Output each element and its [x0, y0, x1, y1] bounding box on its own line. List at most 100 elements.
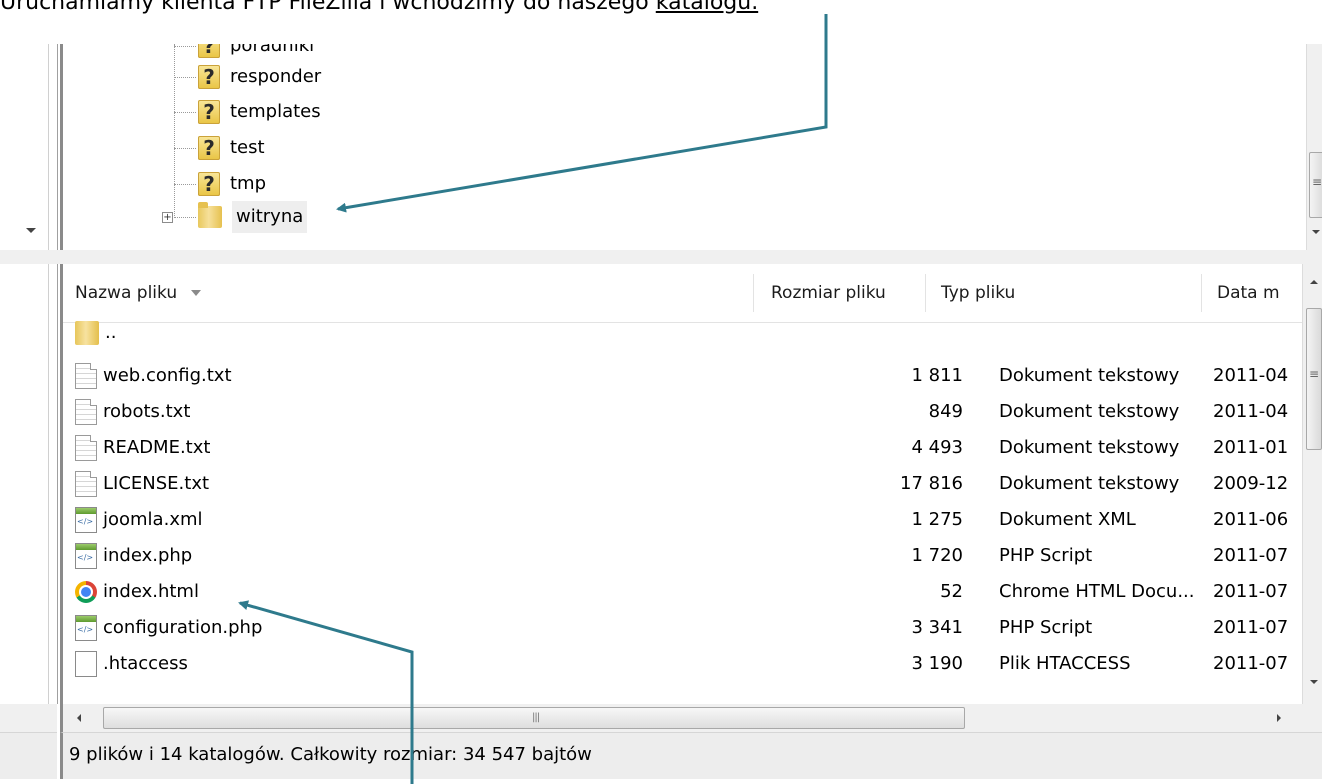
caption-link[interactable]: katalogu.	[656, 0, 758, 15]
tree-item[interactable]: ? test	[174, 132, 265, 164]
file-date: 2011-07	[1213, 653, 1289, 674]
scrollbar-thumb[interactable]	[1309, 152, 1322, 218]
column-header-label: Data m	[1217, 283, 1280, 303]
status-text: 9 plików i 14 katalogów. Całkowity rozmi…	[69, 744, 592, 765]
tree-item-label: witryna	[232, 201, 308, 233]
file-row[interactable]: joomla.xml 1 275 Dokument XML 2011-06	[63, 503, 1303, 537]
instruction-caption: Uruchamiamy klienta FTP FileZilla i wcho…	[0, 0, 758, 19]
code-file-icon	[75, 507, 97, 533]
file-type: Chrome HTML Docu...	[999, 581, 1195, 602]
tree-vertical-scrollbar[interactable]	[1306, 44, 1322, 250]
file-row[interactable]: robots.txt 849 Dokument tekstowy 2011-04	[63, 395, 1303, 429]
file-name: .htaccess	[103, 653, 188, 674]
file-name: web.config.txt	[103, 365, 232, 386]
file-date: 2011-06	[1213, 509, 1289, 530]
scroll-down-arrow-icon[interactable]	[1312, 230, 1320, 234]
folder-icon	[75, 321, 99, 345]
file-name: robots.txt	[103, 401, 191, 422]
file-type: Dokument tekstowy	[999, 365, 1180, 386]
file-size: 849	[928, 401, 963, 422]
column-header-date[interactable]: Data m	[1217, 276, 1280, 310]
file-row[interactable]: .htaccess 3 190 Plik HTACCESS 2011-07	[63, 647, 1303, 681]
blank-file-icon	[75, 651, 97, 677]
file-name: configuration.php	[103, 617, 263, 638]
file-name: README.txt	[103, 437, 211, 458]
file-list-vertical-scrollbar[interactable]	[1302, 264, 1322, 704]
tree-item-label: poradniki	[230, 44, 315, 56]
file-list-header: Nazwa pliku Rozmiar pliku Typ pliku Data…	[63, 264, 1303, 323]
file-type: Plik HTACCESS	[999, 653, 1131, 674]
text-file-icon	[75, 363, 97, 389]
tree-item[interactable]: ? responder	[174, 61, 321, 93]
code-file-icon	[75, 615, 97, 641]
folder-icon	[198, 202, 222, 228]
tree-item-witryna[interactable]: + witryna	[162, 201, 308, 233]
file-size: 17 816	[900, 473, 963, 494]
column-header-size[interactable]: Rozmiar pliku	[771, 276, 886, 310]
question-folder-icon: ?	[198, 65, 220, 89]
sort-arrow-icon	[191, 290, 202, 296]
file-size: 1 275	[911, 509, 963, 530]
column-header-label: Rozmiar pliku	[771, 283, 886, 303]
file-date: 2011-07	[1213, 581, 1289, 602]
file-row[interactable]: README.txt 4 493 Dokument tekstowy 2011-…	[63, 431, 1303, 465]
remote-file-list[interactable]: Nazwa pliku Rozmiar pliku Typ pliku Data…	[60, 264, 1322, 704]
tree-item-label: responder	[230, 66, 322, 87]
file-list-horizontal-scrollbar[interactable]	[60, 704, 1322, 732]
tree-item-label: test	[230, 137, 265, 158]
scroll-up-arrow-icon[interactable]	[1310, 280, 1318, 284]
scroll-right-arrow-icon[interactable]	[1277, 714, 1281, 722]
file-row[interactable]: index.php 1 720 PHP Script 2011-07	[63, 539, 1303, 573]
chrome-icon	[75, 581, 97, 603]
code-file-icon	[75, 543, 97, 569]
question-folder-icon: ?	[198, 172, 220, 196]
file-date: 2011-01	[1213, 437, 1289, 458]
scroll-down-arrow-icon[interactable]	[1310, 680, 1318, 684]
file-name: joomla.xml	[103, 509, 203, 530]
file-size: 1 811	[911, 365, 963, 386]
question-folder-icon: ?	[198, 100, 220, 124]
scroll-down-arrow-icon[interactable]	[26, 228, 36, 233]
file-row[interactable]: LICENSE.txt 17 816 Dokument tekstowy 200…	[63, 467, 1303, 501]
file-size: 1 720	[911, 545, 963, 566]
text-file-icon	[75, 399, 97, 425]
file-size: 3 190	[911, 653, 963, 674]
file-row-index-html[interactable]: index.html 52 Chrome HTML Docu... 2011-0…	[63, 575, 1303, 609]
column-header-type[interactable]: Typ pliku	[941, 276, 1015, 310]
file-date: 2011-07	[1213, 545, 1289, 566]
tree-item[interactable]: ? poradniki	[174, 44, 314, 62]
scrollbar-thumb[interactable]	[1306, 308, 1322, 450]
tree-item-label: templates	[230, 101, 321, 122]
file-type: Dokument XML	[999, 509, 1136, 530]
text-file-icon	[75, 471, 97, 497]
remote-directory-tree[interactable]: ? poradniki ? responder ? templates ? te…	[60, 44, 1322, 250]
file-date: 2011-07	[1213, 617, 1289, 638]
scrollbar-thumb[interactable]	[103, 707, 965, 729]
text-file-icon	[75, 435, 97, 461]
local-tree-strip	[0, 44, 58, 250]
pane-splitter[interactable]	[0, 250, 1322, 264]
file-type: PHP Script	[999, 545, 1093, 566]
file-date: 2011-04	[1213, 401, 1289, 422]
file-name: ..	[105, 322, 117, 343]
scroll-left-arrow-icon[interactable]	[77, 714, 81, 722]
tree-item-label: tmp	[230, 173, 267, 194]
column-header-label: Nazwa pliku	[75, 283, 178, 303]
file-size: 52	[940, 581, 963, 602]
file-type: Dokument tekstowy	[999, 437, 1180, 458]
tree-item[interactable]: ? templates	[174, 96, 321, 128]
question-folder-icon: ?	[198, 136, 220, 160]
file-name: index.html	[103, 581, 199, 602]
file-type: PHP Script	[999, 617, 1093, 638]
status-bar: 9 plików i 14 katalogów. Całkowity rozmi…	[60, 732, 1322, 779]
column-header-label: Typ pliku	[941, 283, 1016, 303]
tree-item[interactable]: ? tmp	[174, 168, 266, 200]
file-row[interactable]: web.config.txt 1 811 Dokument tekstowy 2…	[63, 359, 1303, 393]
question-folder-icon: ?	[198, 44, 220, 58]
file-row[interactable]: configuration.php 3 341 PHP Script 2011-…	[63, 611, 1303, 645]
file-row-parent[interactable]: ..	[63, 316, 1303, 350]
caption-text: Uruchamiamy klienta FTP FileZilla i wcho…	[0, 0, 656, 15]
expand-icon[interactable]: +	[162, 212, 173, 223]
column-header-name[interactable]: Nazwa pliku	[75, 276, 202, 310]
file-type: Dokument tekstowy	[999, 401, 1180, 422]
